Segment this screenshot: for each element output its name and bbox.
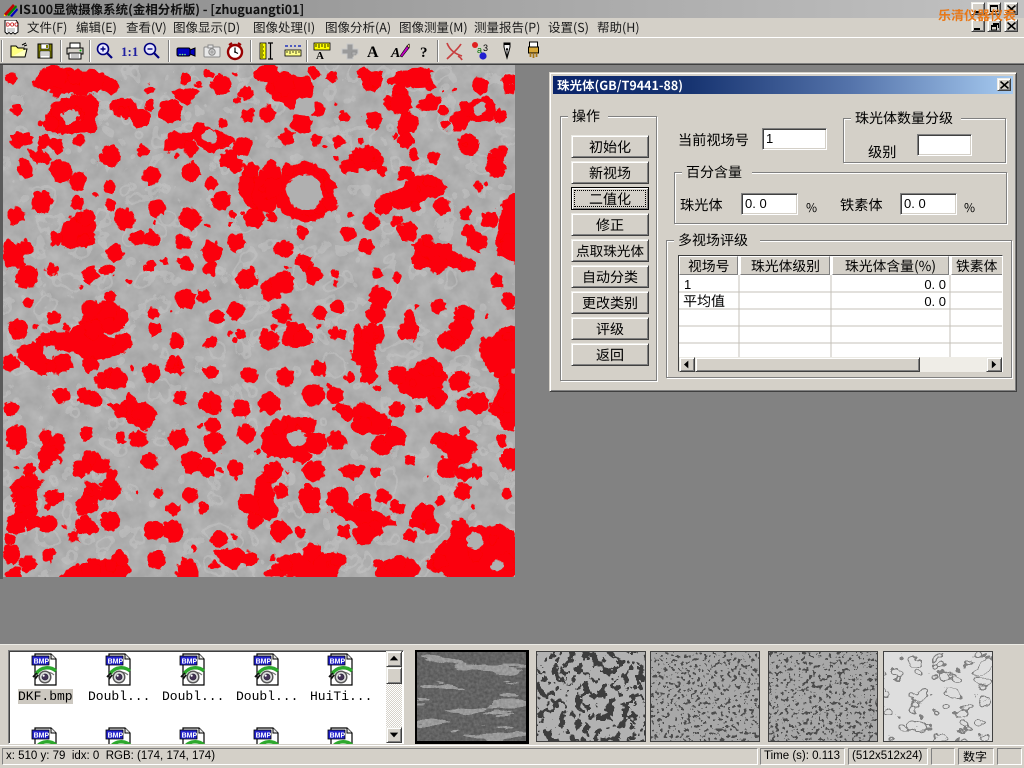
svg-text:BMP: BMP <box>256 732 272 739</box>
svg-text:BMP: BMP <box>34 732 50 739</box>
svg-text:3: 3 <box>483 43 488 53</box>
svg-text:BMP: BMP <box>182 732 198 739</box>
svg-text:A: A <box>316 50 324 61</box>
svg-text:BMP: BMP <box>108 732 124 739</box>
svg-text:1:1: 1:1 <box>121 44 138 59</box>
svg-text:BMP: BMP <box>330 658 346 665</box>
svg-text:DOC: DOC <box>6 23 18 29</box>
svg-text:BMP: BMP <box>256 658 272 665</box>
svg-text:BMP: BMP <box>182 658 198 665</box>
svg-text:A: A <box>390 46 400 61</box>
svg-text:A: A <box>367 44 379 61</box>
svg-text:BMP: BMP <box>330 732 346 739</box>
svg-text:?: ? <box>420 45 428 61</box>
svg-text:BMP: BMP <box>34 658 50 665</box>
svg-text:BMP: BMP <box>108 658 124 665</box>
